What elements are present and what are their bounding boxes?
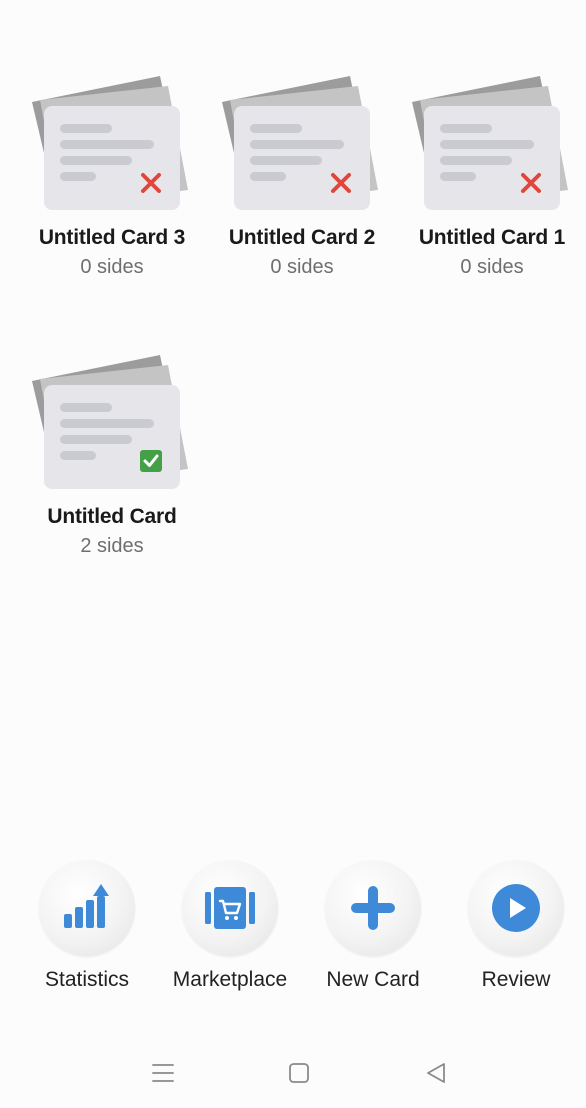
deck-title: Untitled Card 3 (38, 226, 186, 249)
deck-item[interactable]: Untitled Card 2 sides (17, 351, 207, 558)
review-label: Review (481, 968, 551, 991)
review-button[interactable]: Review (441, 860, 586, 992)
statistics-label: Statistics (44, 968, 130, 991)
deck-title: Untitled Card (47, 505, 177, 528)
home-square-icon (289, 1063, 309, 1083)
deck-item[interactable]: Untitled Card 2 0 sides (207, 72, 397, 279)
deck-sides-count: 0 sides (80, 256, 144, 278)
deck-sides-count: 0 sides (270, 256, 334, 278)
marketplace-button[interactable]: Marketplace (155, 860, 305, 992)
deck-complete-icon (32, 355, 188, 489)
marketplace-circle (182, 860, 278, 956)
new-card-label: New Card (326, 968, 420, 991)
marketplace-label: Marketplace (172, 968, 288, 991)
deck-grid: Untitled Card 3 0 sides Untitled Card 2 … (17, 72, 586, 558)
new-card-circle (325, 860, 421, 956)
deck-item[interactable]: Untitled Card 1 0 sides (397, 72, 586, 279)
back-nav-button[interactable] (418, 1058, 454, 1088)
deck-sides-count: 2 sides (80, 535, 144, 557)
plus-icon (351, 886, 395, 930)
deck-incomplete-icon (222, 76, 378, 210)
deck-title: Untitled Card 2 (228, 226, 376, 249)
deck-sides-count: 0 sides (460, 256, 524, 278)
bar-chart-up-icon (64, 884, 109, 928)
system-nav-bar (0, 1040, 586, 1108)
statistics-circle (39, 860, 135, 956)
back-triangle-icon (427, 1063, 445, 1083)
menu-icon (152, 1064, 174, 1082)
green-check-icon (140, 450, 162, 472)
statistics-button[interactable]: Statistics (12, 860, 162, 992)
review-circle (468, 860, 564, 956)
deck-item[interactable]: Untitled Card 3 0 sides (17, 72, 207, 279)
shop-cart-icon (205, 887, 255, 929)
deck-incomplete-icon (32, 76, 188, 210)
bottom-actions: Statistics Marketplace New Card Review (0, 860, 586, 1000)
new-card-button[interactable]: New Card (298, 860, 448, 992)
menu-nav-button[interactable] (145, 1058, 181, 1088)
play-icon (492, 884, 540, 932)
home-nav-button[interactable] (281, 1058, 317, 1088)
deck-incomplete-icon (412, 76, 568, 210)
deck-title: Untitled Card 1 (418, 226, 566, 249)
